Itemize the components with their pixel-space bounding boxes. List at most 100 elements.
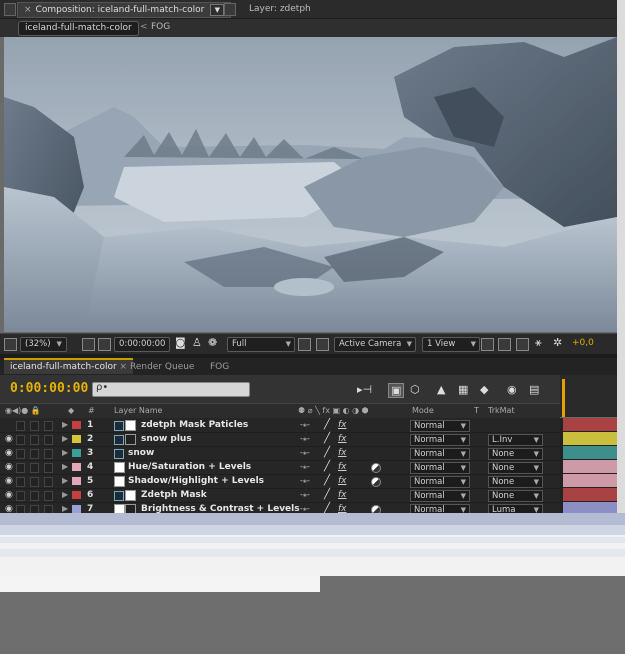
audio-toggle[interactable] bbox=[16, 491, 25, 501]
comp-mini-flowchart-icon[interactable]: ▸⊣ bbox=[357, 383, 372, 396]
chevron-right-icon[interactable]: ▶ bbox=[62, 434, 68, 443]
layer-name[interactable]: Hue/Saturation + Levels bbox=[128, 462, 251, 472]
camera-snapshot-icon[interactable]: ◙ bbox=[175, 336, 186, 350]
transparency-grid-icon[interactable] bbox=[316, 338, 329, 351]
label-color-swatch[interactable] bbox=[72, 491, 81, 499]
eye-icon[interactable]: ◉ bbox=[5, 504, 13, 513]
eye-icon[interactable]: ◉ bbox=[5, 476, 13, 486]
label-color-swatch[interactable] bbox=[72, 421, 81, 429]
quality-switch-icon[interactable]: ╱ bbox=[324, 447, 330, 458]
blend-mode-dropdown[interactable]: Normal ▼ bbox=[410, 448, 470, 460]
region-of-interest-icon[interactable] bbox=[298, 338, 311, 351]
track-matte-dropdown[interactable]: None ▼ bbox=[488, 490, 543, 502]
shy-switch-icon[interactable]: -⁎- bbox=[300, 434, 310, 443]
magnification-dropdown[interactable]: (32%) ▼ bbox=[20, 337, 67, 352]
eye-icon[interactable]: ◉ bbox=[5, 434, 13, 444]
layer-duration-bar[interactable] bbox=[563, 488, 617, 501]
composition-viewer[interactable] bbox=[4, 37, 617, 332]
chevron-right-icon[interactable]: ▶ bbox=[62, 476, 68, 485]
audio-toggle[interactable] bbox=[16, 449, 25, 459]
layer-duration-bar[interactable] bbox=[563, 460, 617, 473]
quality-switch-icon[interactable]: ╱ bbox=[324, 433, 330, 444]
chevron-right-icon[interactable]: ▶ bbox=[62, 420, 68, 429]
graph-editor-icon[interactable]: ◉ bbox=[507, 383, 517, 396]
av-features-header[interactable]: ◉◀)● 🔒 bbox=[5, 406, 41, 415]
layer-row[interactable]: ◉ ▶ 6 Zdetph Mask -⁎- ╱ fx Normal ▼ None ▼ bbox=[0, 488, 560, 503]
track-matte-header[interactable]: TrkMat bbox=[488, 406, 515, 415]
quality-switch-icon[interactable]: ╱ bbox=[324, 419, 330, 430]
channel-rgb-icon[interactable]: ❁ bbox=[208, 336, 217, 350]
shy-switch-icon[interactable]: -⁎- bbox=[300, 476, 310, 485]
resolution-dropdown[interactable]: Full ▼ bbox=[227, 337, 295, 352]
effects-switch[interactable]: fx bbox=[338, 448, 347, 458]
effects-switch[interactable]: fx bbox=[338, 434, 347, 444]
shy-switch-icon[interactable]: -⁎- bbox=[300, 504, 310, 513]
tab-fog[interactable]: FOG bbox=[204, 360, 235, 374]
draft-3d-icon[interactable]: ⬡ bbox=[410, 383, 420, 396]
layer-row[interactable]: ▶ 1 zdetph Mask Paticles -⁎- ╱ fx Normal… bbox=[0, 418, 560, 433]
mode-header[interactable]: Mode bbox=[412, 406, 434, 415]
camera-dropdown[interactable]: Active Camera ▼ bbox=[334, 337, 416, 352]
layer-row[interactable]: ◉ ▶ 5 Shadow/Highlight + Levels -⁎- ╱ fx… bbox=[0, 474, 560, 489]
chevron-right-icon[interactable]: ▶ bbox=[62, 462, 68, 471]
lock-toggle[interactable] bbox=[44, 435, 53, 445]
switches-header[interactable]: ⚉ ⌀ ╲ fx ▣ ◐ ◑ ⬢ bbox=[298, 406, 369, 415]
lock-icon[interactable] bbox=[4, 3, 16, 16]
lock-toggle[interactable] bbox=[44, 449, 53, 459]
layer-name[interactable]: Zdetph Mask bbox=[141, 490, 207, 500]
solo-toggle[interactable] bbox=[30, 505, 39, 513]
audio-toggle[interactable] bbox=[16, 505, 25, 513]
eye-icon[interactable]: ◉ bbox=[5, 448, 13, 458]
track-matte-dropdown[interactable]: Luma ▼ bbox=[488, 504, 543, 513]
timeline-icon[interactable] bbox=[516, 338, 529, 351]
adjustment-layer-switch[interactable] bbox=[371, 463, 381, 473]
blend-mode-dropdown[interactable]: Normal ▼ bbox=[410, 462, 470, 474]
shy-switch-icon[interactable]: -⁎- bbox=[300, 420, 310, 429]
layer-row[interactable]: ◉ ▶ 7 Brightness & Contrast + Levels -⁎-… bbox=[0, 502, 560, 513]
layer-row[interactable]: ◉ ▶ 3 snow -⁎- ╱ fx Normal ▼ None ▼ bbox=[0, 446, 560, 461]
layer-name-header[interactable]: Layer Name bbox=[114, 406, 162, 415]
layer-name[interactable]: zdetph Mask Paticles bbox=[141, 420, 248, 430]
chevron-right-icon[interactable]: ▶ bbox=[62, 448, 68, 457]
solo-toggle[interactable] bbox=[30, 421, 39, 431]
current-time-display[interactable]: 0:00:00:00 bbox=[10, 381, 88, 396]
adjustment-layer-switch[interactable] bbox=[371, 477, 381, 487]
current-time-field[interactable]: 0:00:00:00 bbox=[114, 337, 171, 352]
brainstorm-icon[interactable]: ▤ bbox=[529, 383, 539, 396]
effects-switch[interactable]: fx bbox=[338, 462, 347, 472]
track-matte-dropdown[interactable]: None ▼ bbox=[488, 448, 543, 460]
layer-duration-bar[interactable] bbox=[563, 432, 617, 445]
layer-row[interactable]: ◉ ▶ 4 Hue/Saturation + Levels -⁎- ╱ fx N… bbox=[0, 460, 560, 475]
always-preview-icon[interactable] bbox=[4, 338, 17, 351]
effects-switch[interactable]: fx bbox=[338, 420, 347, 430]
layer-duration-bar[interactable] bbox=[563, 474, 617, 487]
time-ruler[interactable] bbox=[560, 375, 617, 417]
eye-icon[interactable]: ◉ bbox=[5, 490, 13, 500]
effects-switch[interactable]: fx bbox=[338, 476, 347, 486]
shy-switch-icon[interactable]: -⁎- bbox=[300, 462, 310, 471]
mask-visibility-icon[interactable] bbox=[98, 338, 111, 351]
layer-duration-bar[interactable] bbox=[563, 446, 617, 459]
layer-name[interactable]: snow bbox=[128, 448, 154, 458]
label-color-swatch[interactable] bbox=[72, 449, 81, 457]
solo-toggle[interactable] bbox=[30, 435, 39, 445]
blend-mode-dropdown[interactable]: Normal ▼ bbox=[410, 434, 470, 446]
current-time-indicator[interactable] bbox=[562, 379, 565, 417]
flowchart-icon[interactable]: ⚹ bbox=[535, 336, 542, 350]
motion-blur-icon[interactable]: ◆ bbox=[480, 383, 488, 396]
lock-toggle[interactable] bbox=[44, 491, 53, 501]
reset-exposure-icon[interactable]: ✲ bbox=[553, 336, 562, 350]
eye-icon[interactable]: ◉ bbox=[5, 462, 13, 472]
solo-toggle[interactable] bbox=[30, 477, 39, 487]
breadcrumb-next[interactable]: FOG bbox=[151, 21, 170, 34]
chevron-right-icon[interactable]: ▶ bbox=[62, 504, 68, 513]
toggle-pixel-aspect-icon[interactable] bbox=[481, 338, 494, 351]
chevron-down-icon[interactable]: ▼ bbox=[210, 4, 225, 16]
audio-toggle[interactable] bbox=[16, 435, 25, 445]
track-matte-dropdown[interactable]: None ▼ bbox=[488, 462, 543, 474]
solo-toggle[interactable] bbox=[30, 449, 39, 459]
quality-switch-icon[interactable]: ╱ bbox=[324, 503, 330, 513]
audio-toggle[interactable] bbox=[16, 477, 25, 487]
audio-toggle[interactable] bbox=[16, 463, 25, 473]
chevron-right-icon[interactable]: ▶ bbox=[62, 490, 68, 499]
